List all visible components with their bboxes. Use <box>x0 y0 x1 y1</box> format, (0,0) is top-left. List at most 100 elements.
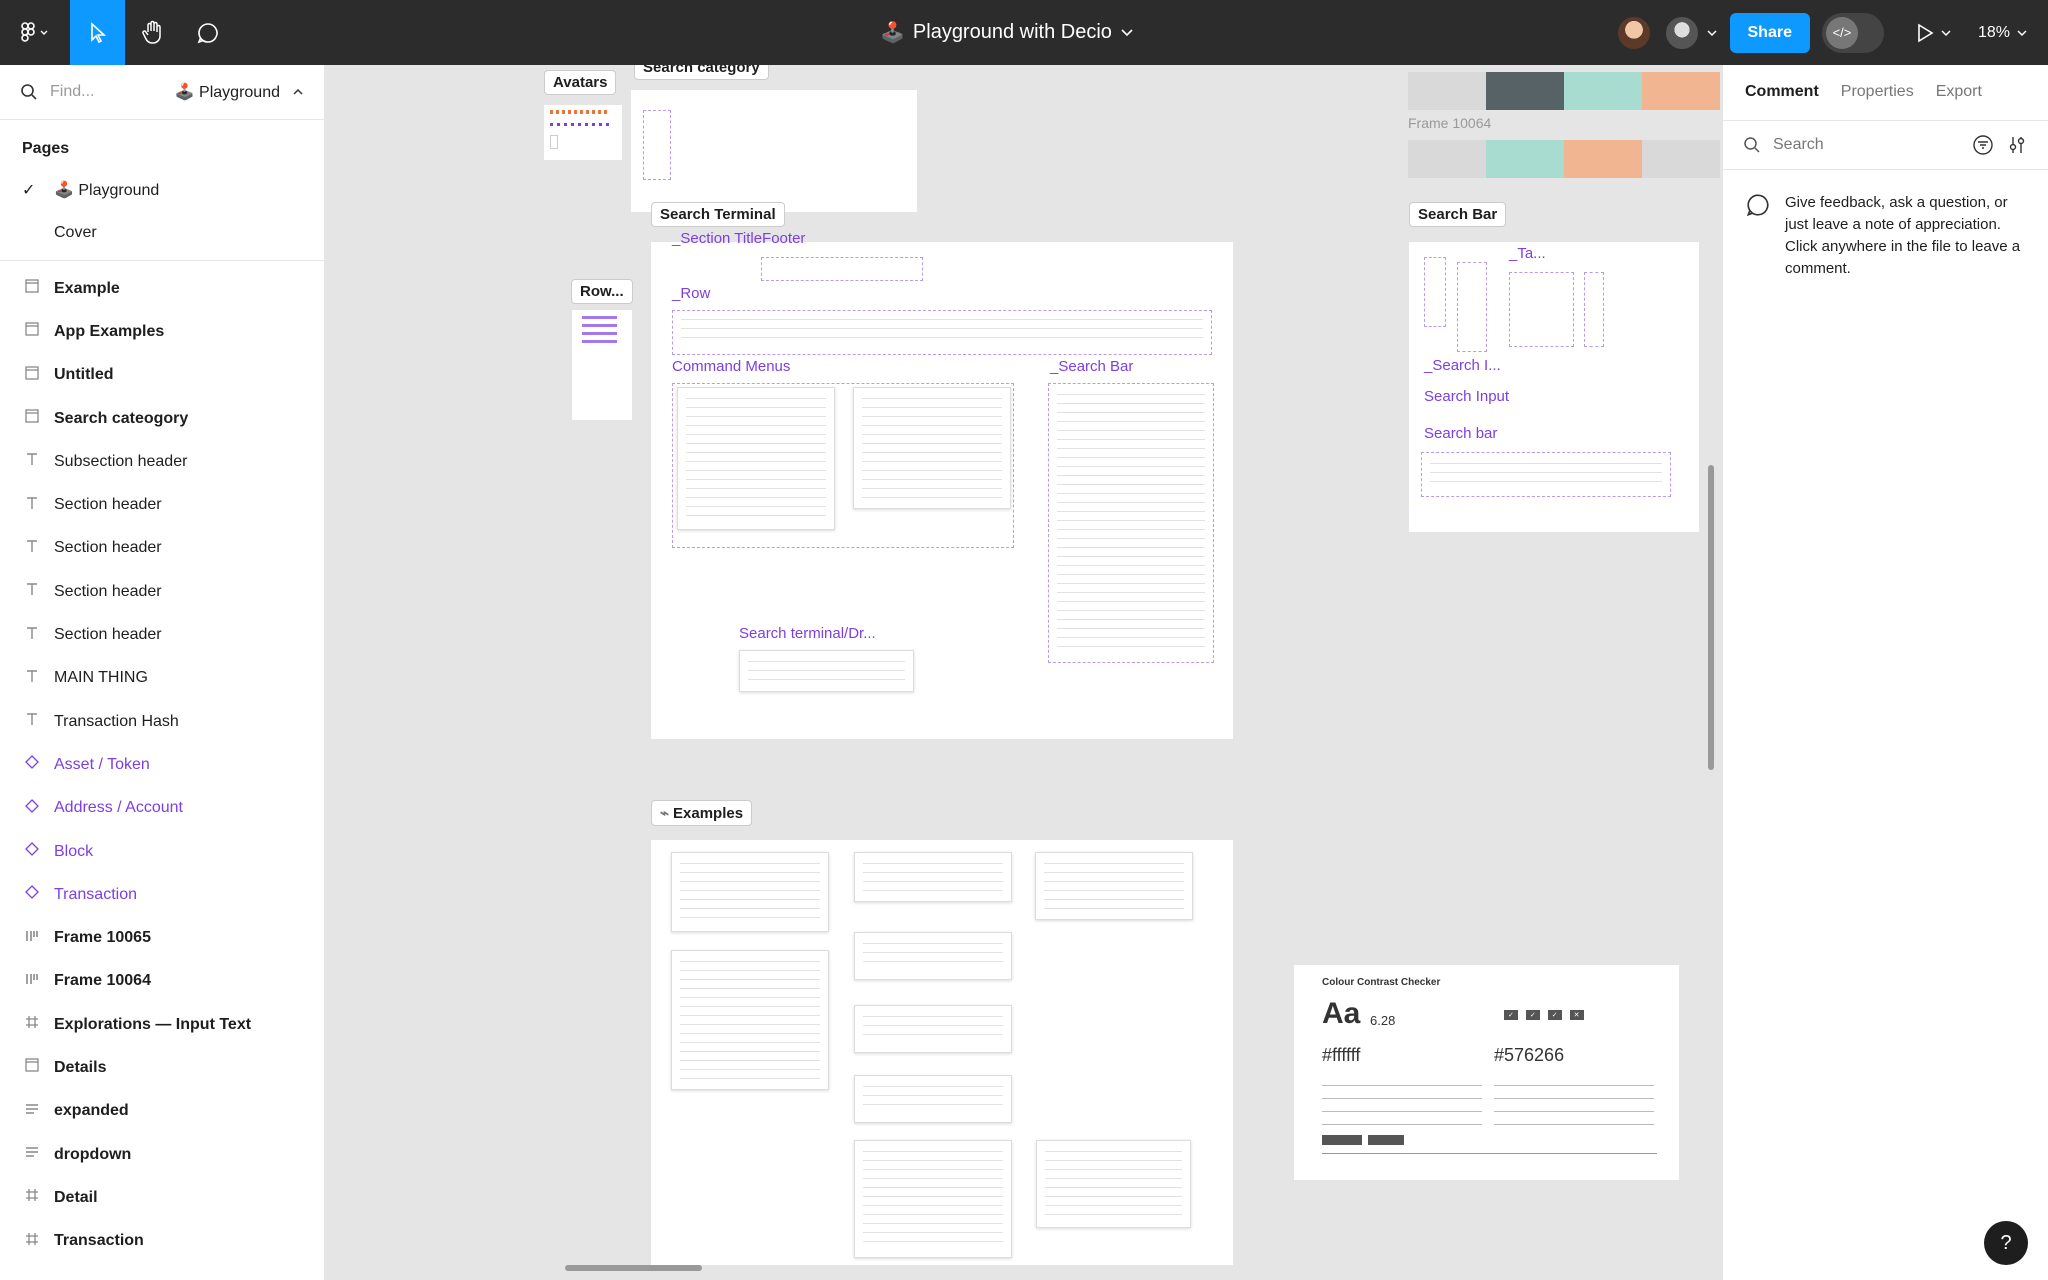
search-input[interactable]: Find... <box>50 83 163 101</box>
layer-item[interactable]: Detail <box>0 1176 324 1219</box>
layer-item[interactable]: dropdown <box>0 1133 324 1176</box>
layer-item[interactable]: Frame 10064 <box>0 960 324 1003</box>
text-icon <box>24 711 54 732</box>
swatch-row-top[interactable] <box>1408 72 1720 110</box>
component-label[interactable]: _Search I... <box>1424 357 1501 374</box>
tab-properties[interactable]: Properties <box>1841 83 1914 120</box>
component-label[interactable]: Search bar <box>1424 425 1497 442</box>
avatar[interactable] <box>1663 14 1700 51</box>
share-button[interactable]: Share <box>1729 12 1810 53</box>
frame-label-search-terminal[interactable]: Search Terminal <box>651 202 785 227</box>
move-tool-button[interactable] <box>70 0 125 65</box>
layer-item[interactable]: Address / Account <box>0 787 324 830</box>
layer-item[interactable]: Section header <box>0 527 324 570</box>
component-label[interactable]: Search Input <box>1424 388 1509 405</box>
component-label[interactable]: _Ta... <box>1509 245 1546 262</box>
layer-label: Subsection header <box>54 452 188 470</box>
layer-item[interactable]: Frame 10065 <box>0 916 324 959</box>
tab-export[interactable]: Export <box>1936 83 1982 120</box>
reverse-colours-button[interactable] <box>1322 1135 1362 1145</box>
layer-label: Frame 10064 <box>54 972 151 990</box>
comment-tool-button[interactable] <box>180 0 235 65</box>
contrast-sample: Aa <box>1322 997 1361 1030</box>
swatch[interactable] <box>1408 140 1486 178</box>
component-label[interactable]: _Section TitleFooter <box>672 230 805 247</box>
swatch[interactable] <box>1486 72 1564 110</box>
row-frame[interactable] <box>572 310 632 420</box>
chevron-up-icon[interactable] <box>292 88 304 96</box>
vertical-scrollbar[interactable] <box>1708 465 1714 770</box>
present-button[interactable] <box>1916 23 1952 43</box>
cursor-arrow-icon <box>90 21 106 43</box>
examples-frame[interactable] <box>651 840 1233 1265</box>
dev-mode-toggle[interactable]: </> <box>1821 12 1884 53</box>
tab-comment[interactable]: Comment <box>1745 83 1819 120</box>
file-title[interactable]: 🕹️ Playground with Decio <box>880 0 1134 65</box>
layer-item[interactable]: Explorations — Input Text <box>0 1003 324 1046</box>
save-colours-button[interactable] <box>1368 1135 1404 1145</box>
colour-contrast-checker[interactable]: Colour Contrast Checker Aa 6.28 ✓ ✓ ✓ ✕ … <box>1294 965 1679 1180</box>
layer-item[interactable]: MAIN THING <box>0 657 324 700</box>
page-item-cover[interactable]: Cover <box>0 211 324 254</box>
main-menu-button[interactable] <box>0 0 70 65</box>
swatch[interactable] <box>1564 72 1642 110</box>
filter-icon[interactable] <box>1972 134 1994 156</box>
layer-item[interactable]: expanded <box>0 1090 324 1133</box>
component-label[interactable]: Command Menus <box>672 358 790 375</box>
background-sliders[interactable] <box>1494 1085 1654 1125</box>
layer-item[interactable]: Section header <box>0 570 324 613</box>
layer-item[interactable]: Details <box>0 1046 324 1089</box>
layer-label: Asset / Token <box>54 755 150 773</box>
frame-label-frame-10064[interactable]: Frame 10064 <box>1408 115 1491 131</box>
zoom-menu[interactable]: 18% <box>1978 24 2028 42</box>
component-label[interactable]: _Row <box>672 285 710 302</box>
foreground-sliders[interactable] <box>1322 1085 1482 1125</box>
swatch[interactable] <box>1486 140 1564 178</box>
component-label[interactable]: _Search Bar <box>1050 358 1133 375</box>
component-label[interactable]: Search terminal/Dr... <box>739 625 876 642</box>
layer-item[interactable]: Section header <box>0 613 324 656</box>
layer-item[interactable]: Subsection header <box>0 440 324 483</box>
layer-item[interactable]: Block <box>0 830 324 873</box>
layer-label: Detail <box>54 1188 98 1206</box>
frame-label-search-category[interactable]: Search category <box>634 65 769 80</box>
layer-item[interactable]: App Examples <box>0 310 324 353</box>
horizontal-scrollbar[interactable] <box>565 1265 702 1271</box>
text-icon <box>24 538 54 559</box>
frame-label-search-bar[interactable]: Search Bar <box>1409 202 1507 227</box>
swatch[interactable] <box>1408 72 1486 110</box>
foreground-hex[interactable]: #ffffff <box>1322 1045 1360 1066</box>
frame-label-examples[interactable]: ⌁ Examples <box>651 800 753 826</box>
comment-search-input[interactable]: Search <box>1773 136 1960 154</box>
hand-tool-button[interactable] <box>125 0 180 65</box>
comment-search[interactable]: Search <box>1723 120 2048 170</box>
layer-item[interactable]: Section header <box>0 483 324 526</box>
layer-item[interactable]: Untitled <box>0 354 324 397</box>
page-switcher[interactable]: 🕹️ Playground <box>175 82 280 102</box>
frame-label-row[interactable]: Row... <box>571 279 633 304</box>
settings-sliders-icon[interactable] <box>2006 134 2028 156</box>
layer-item[interactable]: Transaction <box>0 1220 324 1263</box>
swatch-row-bottom[interactable] <box>1408 140 1720 178</box>
frame-label-avatars[interactable]: Avatars <box>544 70 617 95</box>
layer-item[interactable]: Search cateogory <box>0 397 324 440</box>
help-button[interactable]: ? <box>1984 1221 2028 1265</box>
layer-label: Untitled <box>54 366 114 384</box>
page-item-playground[interactable]: ✓ 🕹️ Playground <box>0 168 324 211</box>
avatar[interactable] <box>1615 14 1652 51</box>
swatch[interactable] <box>1564 140 1642 178</box>
background-hex[interactable]: #576266 <box>1494 1045 1564 1066</box>
layer-search[interactable]: Find... 🕹️ Playground <box>0 65 324 120</box>
layer-item[interactable]: Example <box>0 267 324 310</box>
avatars-frame[interactable] <box>544 105 622 160</box>
layer-label: Transaction <box>54 1232 144 1250</box>
layer-item[interactable]: Asset / Token <box>0 743 324 786</box>
swatch[interactable] <box>1642 72 1720 110</box>
swatch[interactable] <box>1642 140 1720 178</box>
canvas[interactable]: Avatars Search category Row... Search Te… <box>326 65 1722 1280</box>
multiplayer-avatars[interactable] <box>1663 14 1718 51</box>
search-category-frame[interactable] <box>631 90 917 212</box>
layer-item[interactable]: Transaction <box>0 873 324 916</box>
layer-item[interactable]: Transaction Hash <box>0 700 324 743</box>
search-bar-frame[interactable] <box>1409 242 1699 532</box>
